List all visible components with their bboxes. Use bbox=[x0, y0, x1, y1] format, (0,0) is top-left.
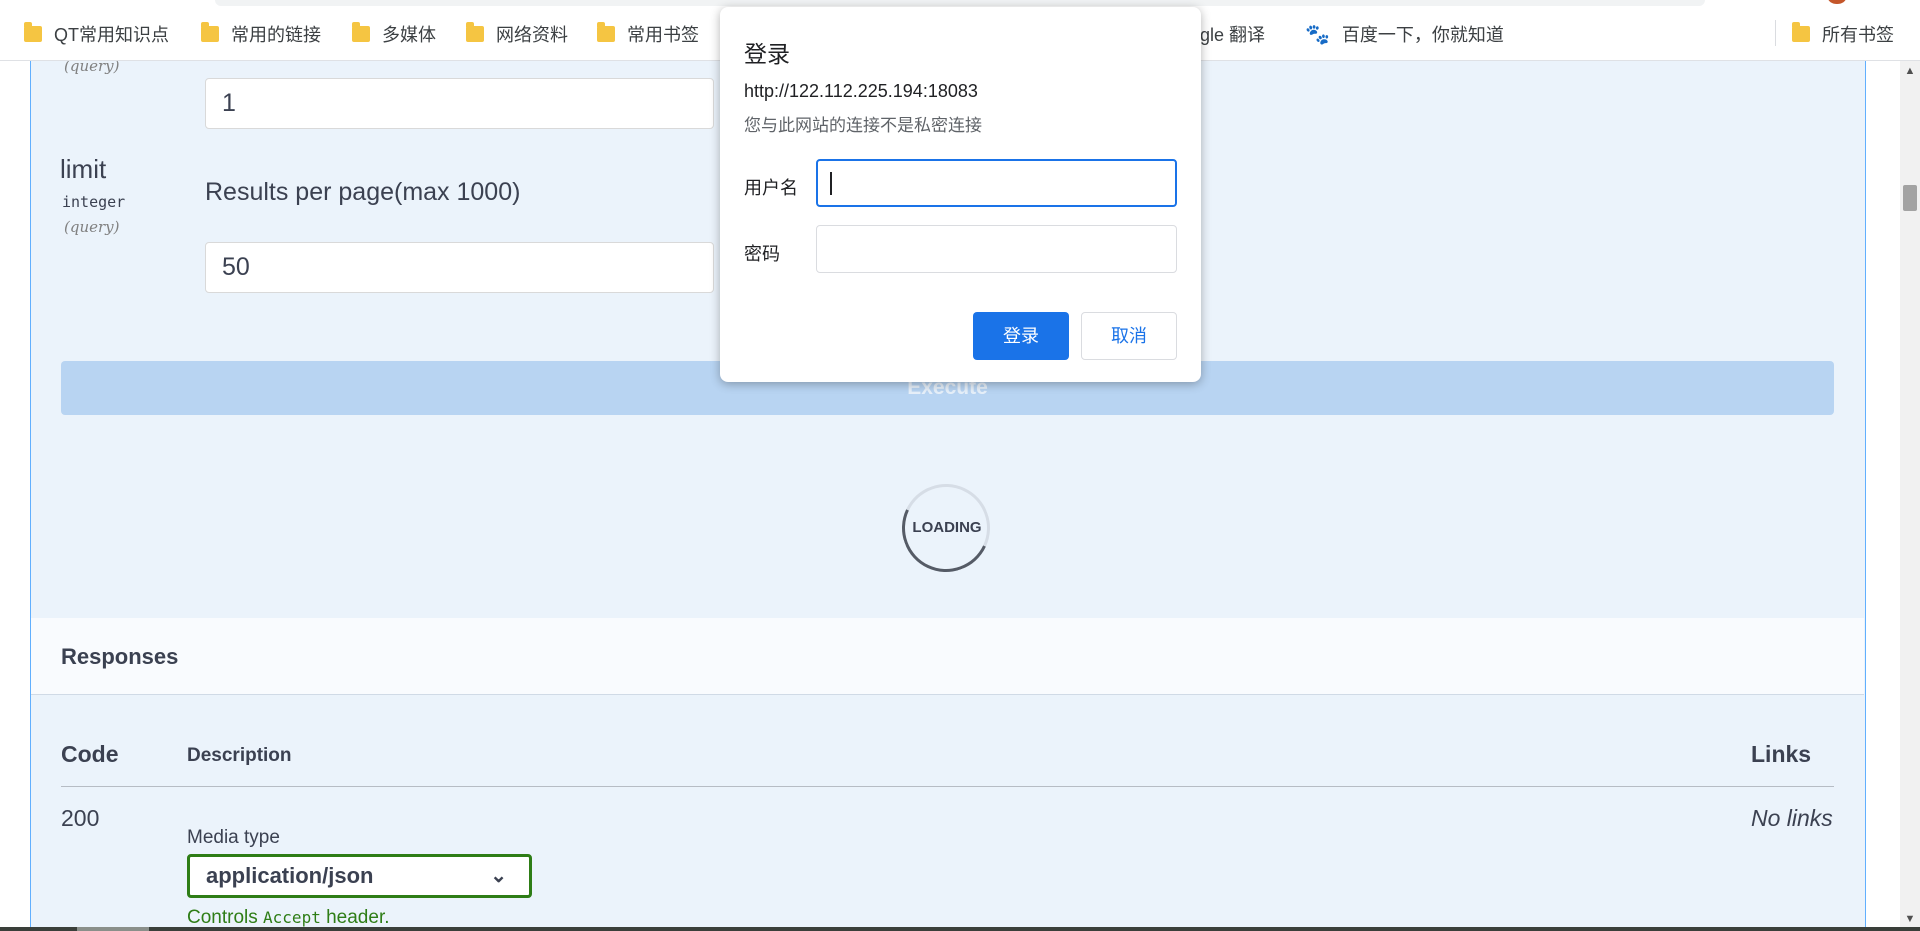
column-header-links: Links bbox=[1751, 741, 1812, 767]
folder-icon bbox=[597, 22, 615, 42]
bookmark-qt[interactable]: QT常用知识点 bbox=[24, 20, 169, 48]
controls-prefix: Controls bbox=[187, 907, 258, 927]
response-links: No links bbox=[1751, 805, 1833, 831]
dialog-title: 登录 bbox=[744, 41, 790, 67]
param-location: (query) bbox=[64, 218, 120, 236]
scroll-up-arrow-icon[interactable]: ▲ bbox=[1900, 65, 1920, 77]
password-label: 密码 bbox=[744, 244, 780, 264]
folder-icon bbox=[466, 22, 484, 42]
bookmark-common-links[interactable]: 常用的链接 bbox=[201, 20, 321, 48]
table-divider bbox=[61, 786, 1834, 787]
bookmark-label: ogle 翻译 bbox=[1190, 25, 1266, 45]
bookmark-label: 多媒体 bbox=[382, 25, 436, 45]
response-code: 200 bbox=[61, 805, 100, 831]
bookmark-label: 百度一下，你就知道 bbox=[1341, 25, 1504, 45]
all-bookmarks[interactable]: 所有书签 bbox=[1792, 20, 1894, 48]
username-field[interactable] bbox=[816, 159, 1177, 207]
scrollbar-thumb[interactable] bbox=[1903, 185, 1917, 211]
bookmarks-divider bbox=[1775, 20, 1776, 46]
bookmark-label: 常用书签 bbox=[627, 25, 699, 45]
param-description: Results per page(max 1000) bbox=[205, 178, 521, 206]
text-caret bbox=[830, 172, 832, 195]
media-type-value: application/json bbox=[206, 863, 374, 888]
column-header-code: Code bbox=[61, 741, 119, 767]
taskbar-edge bbox=[0, 927, 1920, 931]
folder-icon bbox=[352, 22, 370, 42]
bookmark-google-translate[interactable]: ogle 翻译 bbox=[1190, 20, 1265, 48]
page-param-input[interactable]: 1 bbox=[205, 78, 714, 129]
media-type-select[interactable]: application/json ⌄ bbox=[187, 854, 532, 898]
limit-param-input[interactable]: 50 bbox=[205, 242, 714, 293]
bookmark-baidu[interactable]: 🐾 百度一下，你就知道 bbox=[1305, 20, 1504, 48]
responses-title: Responses bbox=[61, 644, 179, 669]
bookmark-label: QT常用知识点 bbox=[54, 25, 169, 45]
dialog-warning: 您与此网站的连接不是私密连接 bbox=[744, 116, 982, 135]
bookmark-network[interactable]: 网络资料 bbox=[466, 20, 568, 48]
param-type: integer bbox=[62, 193, 126, 211]
auth-dialog: 登录 http://122.112.225.194:18083 您与此网站的连接… bbox=[720, 7, 1201, 382]
controls-accept-text: Controls Accept header. bbox=[187, 907, 390, 927]
profile-avatar[interactable] bbox=[1828, 0, 1846, 4]
param-location: (query) bbox=[64, 61, 120, 75]
page-scrollbar[interactable]: ▲ ▼ bbox=[1900, 61, 1920, 927]
controls-suffix: header. bbox=[326, 907, 390, 927]
media-type-label: Media type bbox=[187, 827, 280, 848]
controls-code: Accept bbox=[263, 908, 321, 927]
column-header-description: Description bbox=[187, 745, 292, 766]
taskbar-active-item bbox=[77, 927, 149, 931]
folder-icon bbox=[24, 22, 42, 42]
chevron-down-icon: ⌄ bbox=[490, 865, 507, 887]
bookmark-multimedia[interactable]: 多媒体 bbox=[352, 20, 436, 48]
address-bar-edge[interactable] bbox=[215, 0, 1705, 6]
param-name: limit bbox=[60, 154, 107, 184]
baidu-paw-icon: 🐾 bbox=[1305, 23, 1330, 46]
all-bookmarks-label: 所有书签 bbox=[1822, 25, 1894, 45]
scroll-down-arrow-icon[interactable]: ▼ bbox=[1900, 913, 1920, 925]
password-field[interactable] bbox=[816, 225, 1177, 273]
dialog-url: http://122.112.225.194:18083 bbox=[744, 81, 978, 101]
bookmark-label: 常用的链接 bbox=[231, 25, 321, 45]
folder-icon bbox=[1792, 22, 1810, 42]
loading-label: LOADING bbox=[912, 519, 982, 536]
username-label: 用户名 bbox=[744, 178, 798, 198]
folder-icon bbox=[201, 22, 219, 42]
responses-header: Responses bbox=[31, 618, 1864, 695]
bookmark-common[interactable]: 常用书签 bbox=[597, 20, 699, 48]
cancel-button[interactable]: 取消 bbox=[1081, 312, 1177, 360]
bookmark-label: 网络资料 bbox=[496, 25, 568, 45]
login-button[interactable]: 登录 bbox=[973, 312, 1069, 360]
